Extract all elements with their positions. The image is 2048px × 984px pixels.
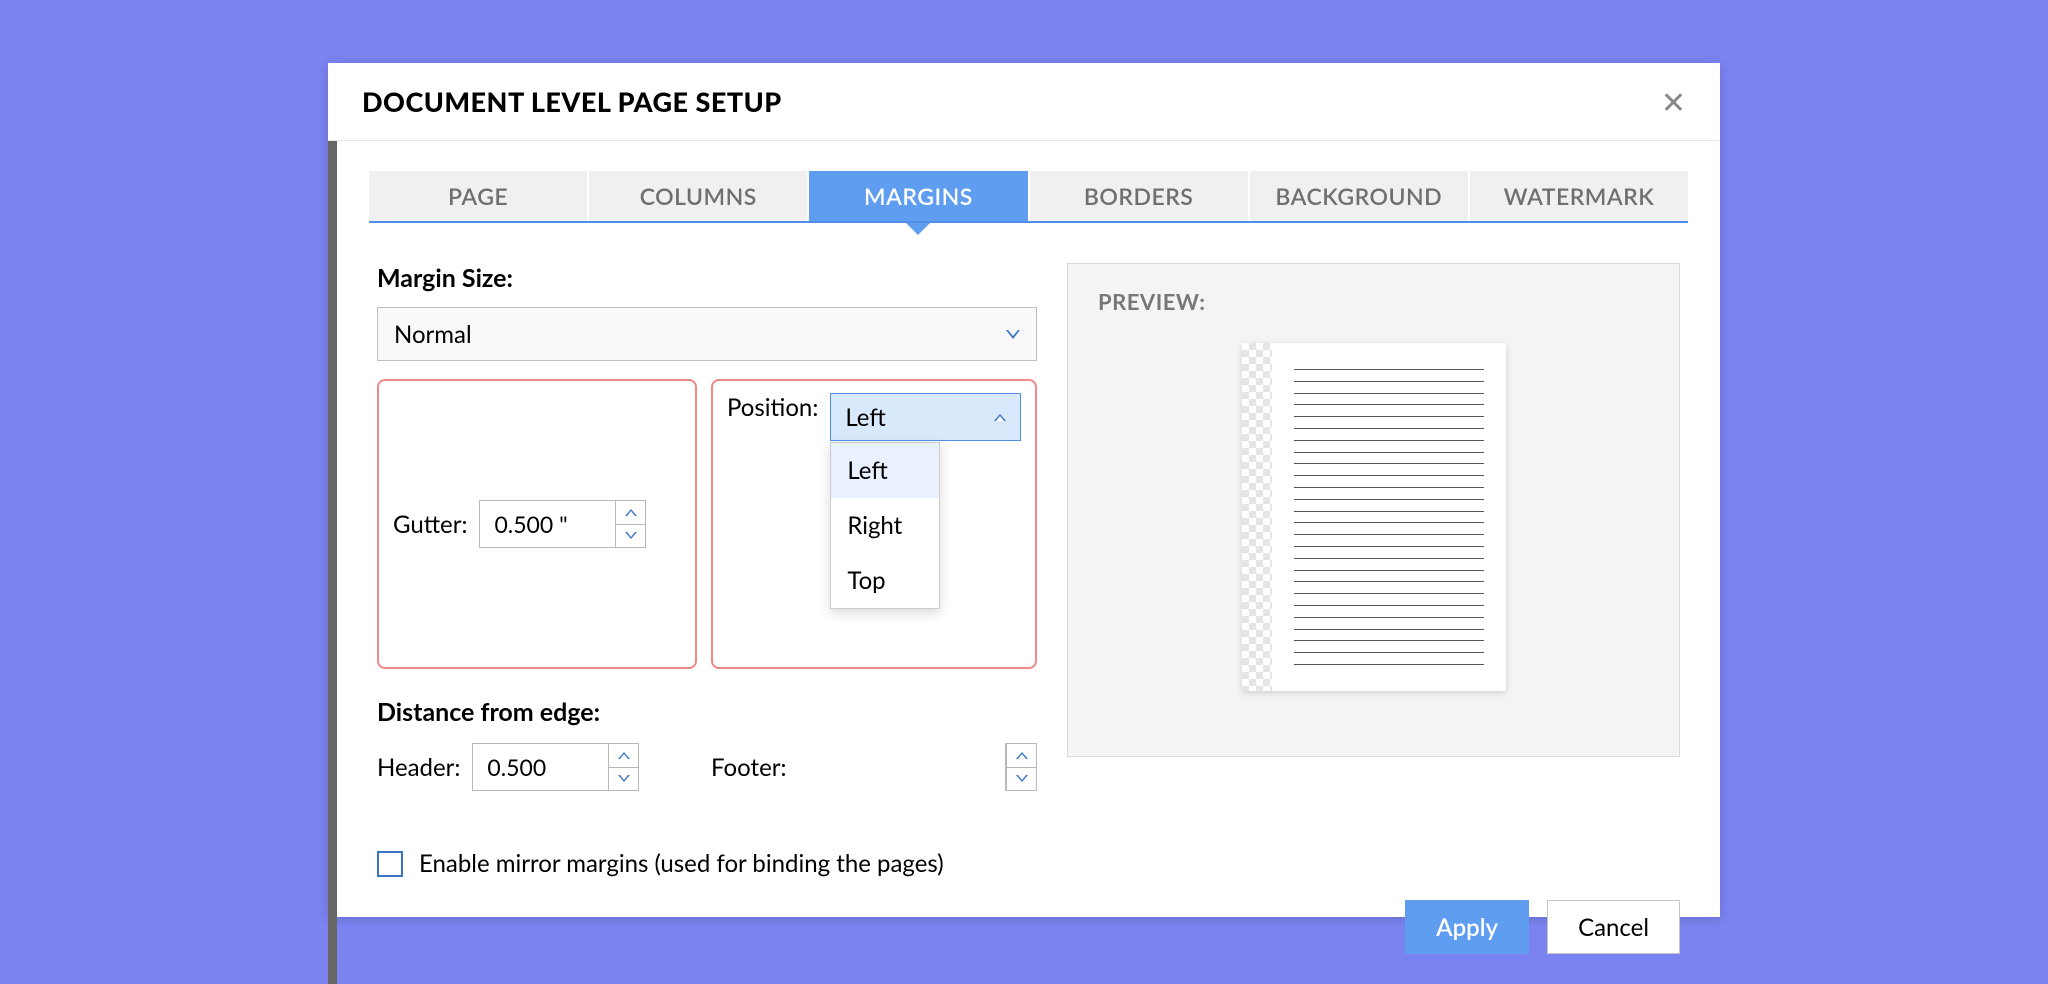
tab-background[interactable]: BACKGROUND	[1250, 171, 1470, 221]
checkbox-box[interactable]	[377, 851, 403, 877]
position-option-right[interactable]: Right	[831, 498, 939, 553]
header-label: Header:	[377, 753, 460, 782]
tab-columns[interactable]: COLUMNS	[589, 171, 809, 221]
distance-section: Distance from edge: Header: 0.500	[377, 697, 1037, 791]
dialog-header: DOCUMENT LEVEL PAGE SETUP ✕	[328, 63, 1720, 141]
gutter-spinner-buttons	[615, 501, 645, 547]
preview-page-lines	[1272, 343, 1506, 691]
position-value: Left	[845, 403, 885, 432]
position-group: Position: Left Left Right Top	[711, 379, 1037, 669]
margins-form: Margin Size: Normal Gutter: 0.500 "	[377, 263, 1037, 878]
header-decrement[interactable]	[609, 768, 638, 791]
position-option-top[interactable]: Top	[831, 553, 939, 608]
dialog-title: DOCUMENT LEVEL PAGE SETUP	[362, 85, 782, 118]
footer-increment[interactable]	[1007, 744, 1036, 768]
distance-label: Distance from edge:	[377, 697, 1037, 727]
chevron-up-icon	[994, 414, 1006, 421]
chevron-up-icon	[625, 509, 637, 516]
tab-watermark[interactable]: WATERMARK	[1470, 171, 1688, 221]
gutter-increment[interactable]	[616, 501, 645, 525]
gutter-spinner[interactable]: 0.500 "	[479, 500, 646, 548]
gutter-group: Gutter: 0.500 "	[377, 379, 697, 669]
tab-page[interactable]: PAGE	[369, 171, 589, 221]
margin-size-select[interactable]: Normal	[377, 307, 1037, 361]
content: Margin Size: Normal Gutter: 0.500 "	[337, 223, 1720, 878]
preview-gutter-strip	[1242, 343, 1272, 691]
page-setup-dialog: DOCUMENT LEVEL PAGE SETUP ✕ PAGE COLUMNS…	[328, 63, 1720, 917]
margin-size-label: Margin Size:	[377, 263, 1037, 293]
cancel-button[interactable]: Cancel	[1547, 900, 1680, 954]
preview-panel: PREVIEW:	[1067, 263, 1680, 757]
dialog-body: PAGE COLUMNS MARGINS BORDERS BACKGROUND …	[328, 141, 1720, 984]
chevron-down-icon	[618, 775, 630, 782]
apply-button[interactable]: Apply	[1405, 900, 1529, 954]
footer-decrement[interactable]	[1007, 768, 1036, 791]
tab-borders[interactable]: BORDERS	[1030, 171, 1250, 221]
gutter-label: Gutter:	[393, 510, 467, 539]
position-dropdown: Left Right Top	[830, 442, 940, 609]
preview-column: PREVIEW:	[1067, 263, 1680, 878]
chevron-down-icon	[1016, 775, 1028, 782]
close-icon[interactable]: ✕	[1661, 87, 1686, 117]
header-spinner-buttons	[608, 744, 638, 790]
position-label: Position:	[727, 393, 818, 422]
preview-label: PREVIEW:	[1098, 288, 1649, 315]
gutter-position-row: Gutter: 0.500 " Position: Left	[377, 379, 1037, 669]
header-spinner[interactable]: 0.500	[472, 743, 639, 791]
position-select[interactable]: Left Left Right Top	[830, 393, 1021, 441]
page-preview	[1242, 343, 1506, 691]
header-value[interactable]: 0.500	[473, 744, 608, 790]
position-option-left[interactable]: Left	[831, 443, 939, 498]
tabs: PAGE COLUMNS MARGINS BORDERS BACKGROUND …	[369, 171, 1688, 223]
distance-row: Header: 0.500 Footer:	[377, 743, 1037, 791]
footer-label: Footer:	[711, 753, 786, 782]
chevron-up-icon	[1016, 752, 1028, 759]
tab-margins[interactable]: MARGINS	[809, 171, 1029, 221]
tabs-container: PAGE COLUMNS MARGINS BORDERS BACKGROUND …	[337, 141, 1720, 223]
margin-size-value: Normal	[394, 320, 472, 349]
header-field: Header: 0.500	[377, 743, 697, 791]
chevron-down-icon	[1006, 330, 1020, 339]
chevron-down-icon	[625, 532, 637, 539]
chevron-up-icon	[618, 752, 630, 759]
gutter-value[interactable]: 0.500 "	[480, 501, 615, 547]
mirror-margins-checkbox[interactable]: Enable mirror margins (used for binding …	[377, 849, 1037, 878]
footer-spinner[interactable]	[1005, 743, 1037, 791]
mirror-margins-label: Enable mirror margins (used for binding …	[419, 849, 944, 878]
footer-spinner-buttons	[1006, 744, 1036, 790]
header-increment[interactable]	[609, 744, 638, 768]
dialog-footer: Apply Cancel	[337, 878, 1720, 984]
footer-field: Footer:	[711, 743, 1037, 791]
gutter-decrement[interactable]	[616, 525, 645, 548]
